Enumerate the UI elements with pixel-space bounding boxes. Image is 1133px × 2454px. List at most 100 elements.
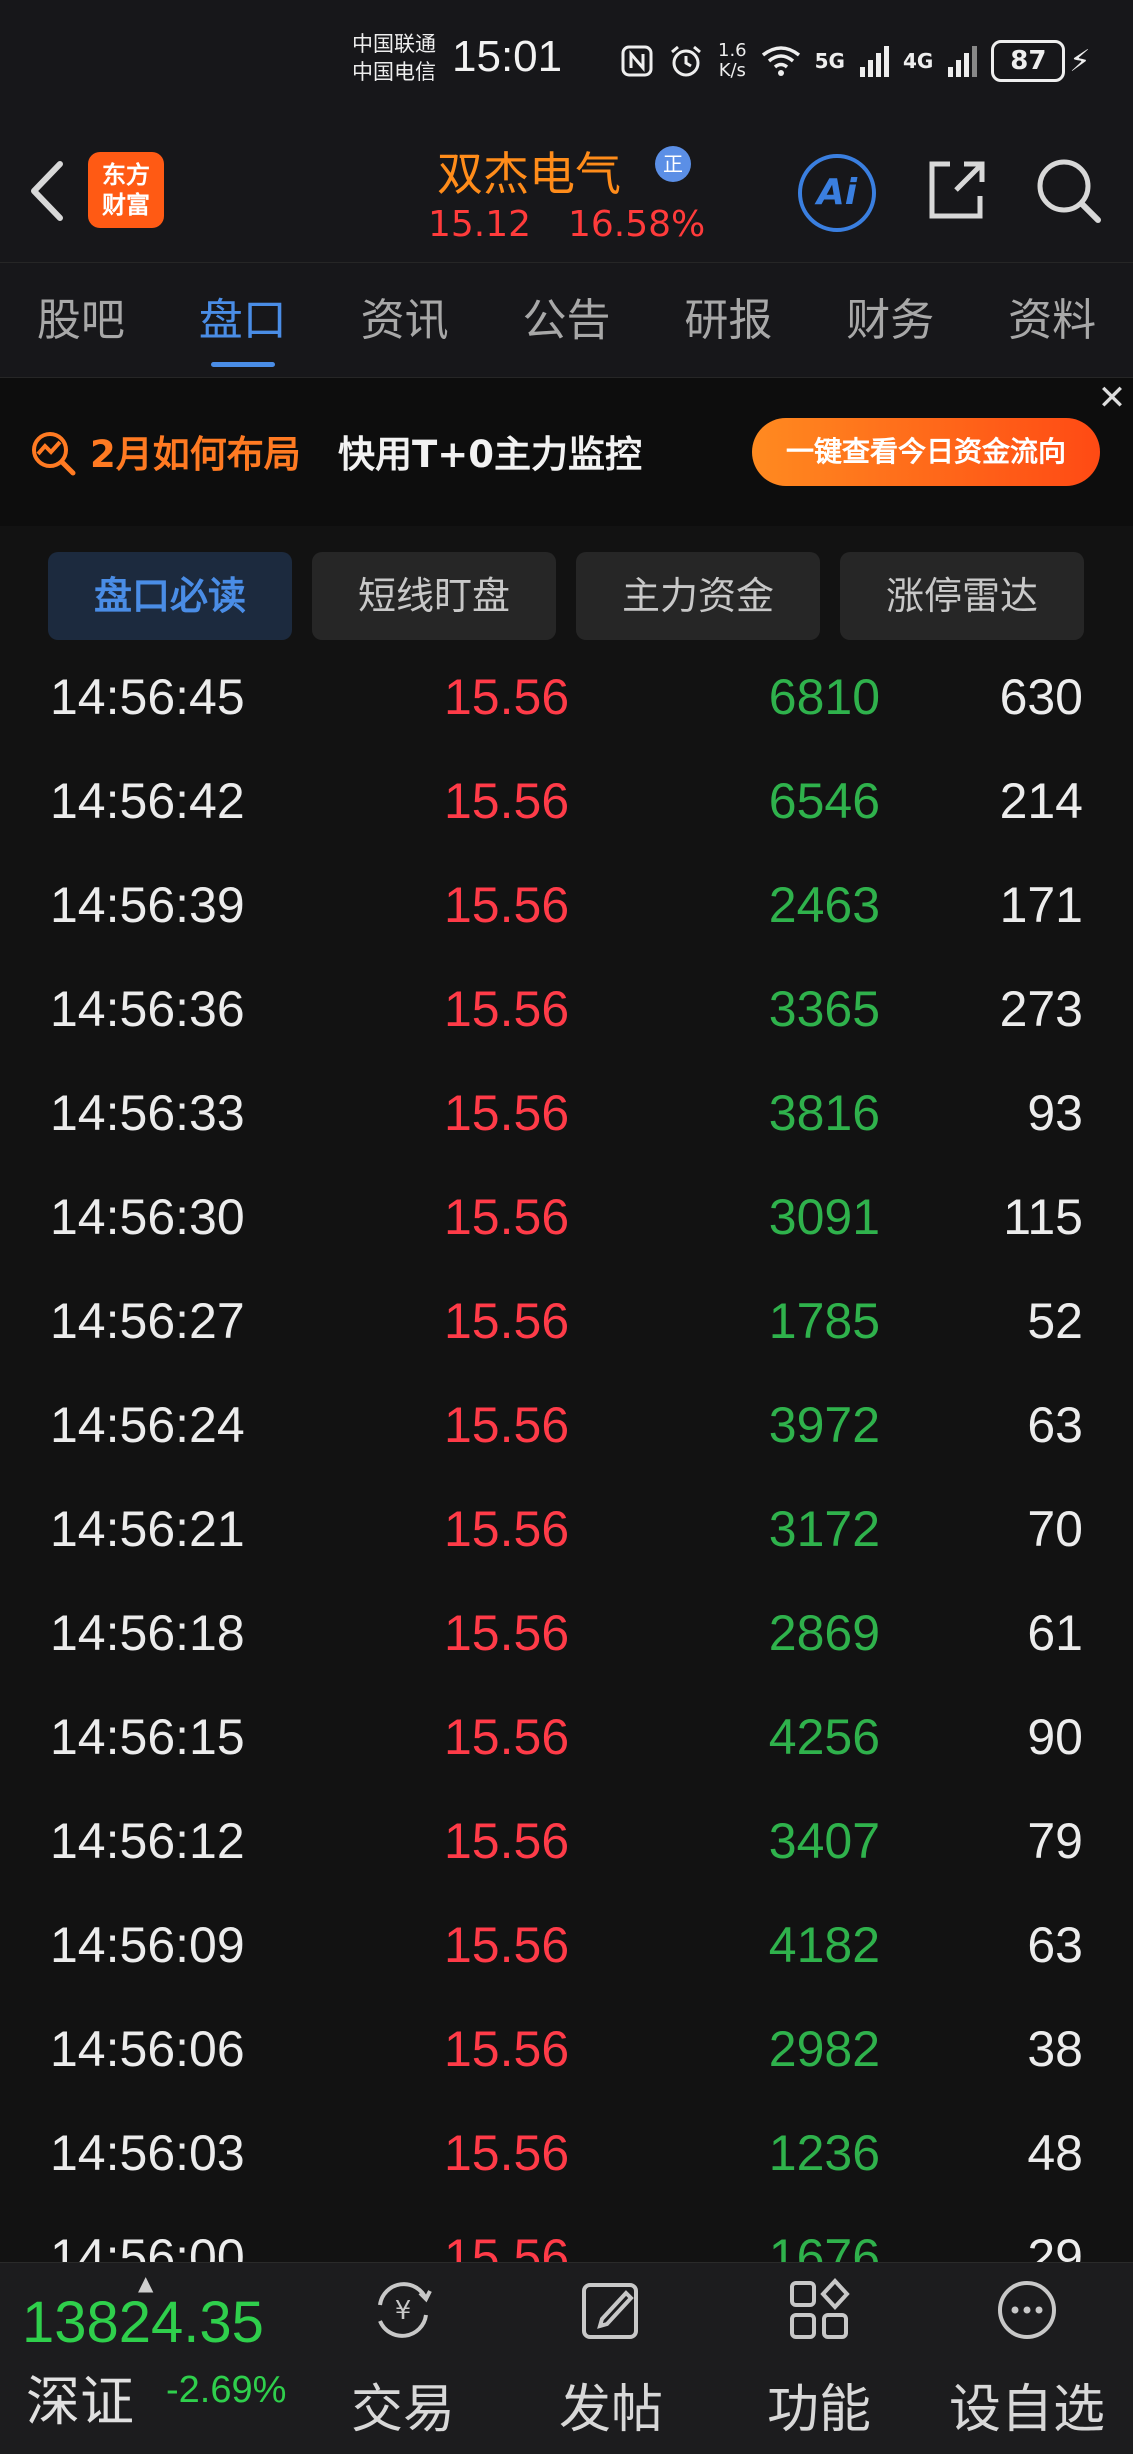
view-fund-flow-button[interactable]: 一键查看今日资金流向: [752, 418, 1100, 486]
tab-announcements[interactable]: 公告: [486, 263, 648, 377]
app-logo[interactable]: 东方 财富: [88, 152, 164, 228]
stock-name: 双杰电气: [437, 147, 621, 201]
trade-price: 15.56: [444, 2229, 570, 2265]
signal-bars-icon: [948, 46, 978, 77]
subtab-limit-up-radar[interactable]: 涨停雷达: [840, 552, 1084, 640]
trade-price: 15.56: [444, 1189, 570, 1245]
trade-count: 52: [1027, 1293, 1083, 1349]
nav-functions-button[interactable]: 功能: [729, 2275, 909, 2445]
net-speed-unit: K/s: [718, 60, 746, 81]
subtab-short-term[interactable]: 短线盯盘: [312, 552, 556, 640]
signal-1-label: 5G: [814, 49, 845, 73]
status-icons: 1.6 K/s 5G 4G 87 ⚡: [620, 36, 1090, 86]
trade-count: 63: [1027, 1397, 1083, 1453]
trade-detail-list[interactable]: 14:56:45 15.56 6810 630 14:56:42 15.56 6546 214…: [0, 645, 1133, 2265]
trade-row: 14:56:27 15.56 1785 52: [0, 1269, 1133, 1373]
promo-banner[interactable]: 2月如何布局 快用T+0主力监控 一键查看今日资金流向 ✕: [0, 378, 1133, 526]
bottom-bar: ▲ 13824.35 深证 -2.69% ¥ 交易 发帖 功能 设自选: [0, 2262, 1133, 2454]
trade-time: 14:56:12: [50, 1813, 245, 1869]
trade-price: 15.56: [444, 877, 570, 933]
trade-time: 14:56:39: [50, 877, 245, 933]
stock-price: 15.12: [428, 204, 532, 245]
grid-apps-icon: [790, 2278, 850, 2339]
trade-count: 38: [1027, 2021, 1083, 2077]
trade-price: 15.56: [444, 669, 570, 725]
search-icon[interactable]: [1032, 154, 1104, 226]
trade-volume: 2982: [768, 2021, 880, 2077]
subtab-must-read[interactable]: 盘口必读: [48, 552, 292, 640]
nav-trade-button[interactable]: ¥ 交易: [313, 2275, 493, 2445]
trade-row: 14:56:06 15.56 2982 38: [0, 1997, 1133, 2101]
trade-count: 171: [999, 877, 1083, 933]
tab-profile[interactable]: 资料: [971, 263, 1133, 377]
trade-count: 273: [999, 981, 1083, 1037]
back-arrow-icon[interactable]: [22, 156, 72, 226]
index-change[interactable]: -2.69%: [166, 2369, 286, 2412]
trade-price: 15.56: [444, 981, 570, 1037]
trade-time: 14:56:09: [50, 1917, 245, 1973]
index-name[interactable]: 深证: [26, 2357, 134, 2436]
trade-time: 14:56:45: [50, 669, 245, 725]
trade-count: 29: [1027, 2229, 1083, 2265]
ai-assistant-button[interactable]: Ai: [798, 154, 876, 232]
trade-price: 15.56: [444, 2021, 570, 2077]
tab-finance[interactable]: 财务: [809, 263, 971, 377]
trade-volume: 3407: [768, 1813, 880, 1869]
trade-count: 630: [999, 669, 1083, 725]
trade-row: 14:56:12 15.56 3407 79: [0, 1789, 1133, 1893]
trade-price: 15.56: [444, 2125, 570, 2181]
trade-time: 14:56:00: [50, 2229, 245, 2265]
trade-row: 14:56:33 15.56 3816 93: [0, 1061, 1133, 1165]
share-icon[interactable]: [920, 154, 992, 226]
signal-bars-icon: [859, 46, 889, 77]
index-value[interactable]: 13824.35: [22, 2289, 264, 2356]
tab-news[interactable]: 资讯: [324, 263, 486, 377]
nav-functions-label: 功能: [766, 2380, 871, 2440]
nav-add-watchlist-label: 设自选: [948, 2380, 1105, 2440]
trade-volume: 6810: [768, 669, 880, 725]
trade-volume: 4182: [768, 1917, 880, 1973]
trade-price: 15.56: [444, 1605, 570, 1661]
close-icon[interactable]: ✕: [1092, 378, 1132, 418]
battery-indicator: 87 ⚡: [991, 40, 1090, 82]
trade-row: 14:56:42 15.56 6546 214: [0, 749, 1133, 853]
net-speed: 1.6 K/s: [718, 41, 747, 81]
trade-count: 70: [1027, 1501, 1083, 1557]
trade-volume: 3091: [768, 1189, 880, 1245]
tab-research[interactable]: 研报: [647, 263, 809, 377]
carrier-2: 中国电信: [352, 60, 436, 84]
nav-post-button[interactable]: 发帖: [521, 2275, 701, 2445]
nav-add-watchlist-button[interactable]: 设自选: [937, 2275, 1117, 2445]
trade-volume: 1785: [768, 1293, 880, 1349]
subtab-main-funds[interactable]: 主力资金: [576, 552, 820, 640]
trade-time: 14:56:06: [50, 2021, 245, 2077]
logo-line-2: 财富: [102, 191, 150, 219]
tab-guba[interactable]: 股吧: [0, 263, 162, 377]
nfc-icon: [621, 45, 653, 77]
trade-time: 14:56:21: [50, 1501, 245, 1557]
signal-2-label: 4G: [902, 49, 934, 73]
main-tabs: 股吧 盘口 资讯 公告 研报 财务 资料: [0, 262, 1133, 378]
trade-row: 14:56:03 15.56 1236 48: [0, 2101, 1133, 2205]
trade-row: 14:56:09 15.56 4182 63: [0, 1893, 1133, 1997]
trade-time: 14:56:36: [50, 981, 245, 1037]
status-bar: 中国联通 中国电信 15:01 1.6 K/s 5G 4G 87 ⚡: [0, 0, 1133, 124]
trade-time: 14:56:03: [50, 2125, 245, 2181]
trade-time: 14:56:33: [50, 1085, 245, 1141]
trade-row: 14:56:21 15.56 3172 70: [0, 1477, 1133, 1581]
trade-price: 15.56: [444, 1293, 570, 1349]
trade-price: 15.56: [444, 1813, 570, 1869]
trade-row: 14:56:00 15.56 1676 29: [0, 2205, 1133, 2265]
trade-time: 14:56:30: [50, 1189, 245, 1245]
trade-price: 15.56: [444, 1709, 570, 1765]
tab-pankou[interactable]: 盘口: [162, 263, 324, 377]
more-dots-icon: [998, 2281, 1056, 2339]
stock-badge: 正: [655, 146, 691, 182]
trade-time: 14:56:15: [50, 1709, 245, 1765]
nav-post-label: 发帖: [558, 2380, 663, 2440]
trade-count: 90: [1027, 1709, 1083, 1765]
wifi-icon: [761, 46, 800, 76]
svg-text:¥: ¥: [395, 2296, 412, 2326]
logo-line-1: 东方: [102, 161, 150, 189]
trade-row: 14:56:24 15.56 3972 63: [0, 1373, 1133, 1477]
